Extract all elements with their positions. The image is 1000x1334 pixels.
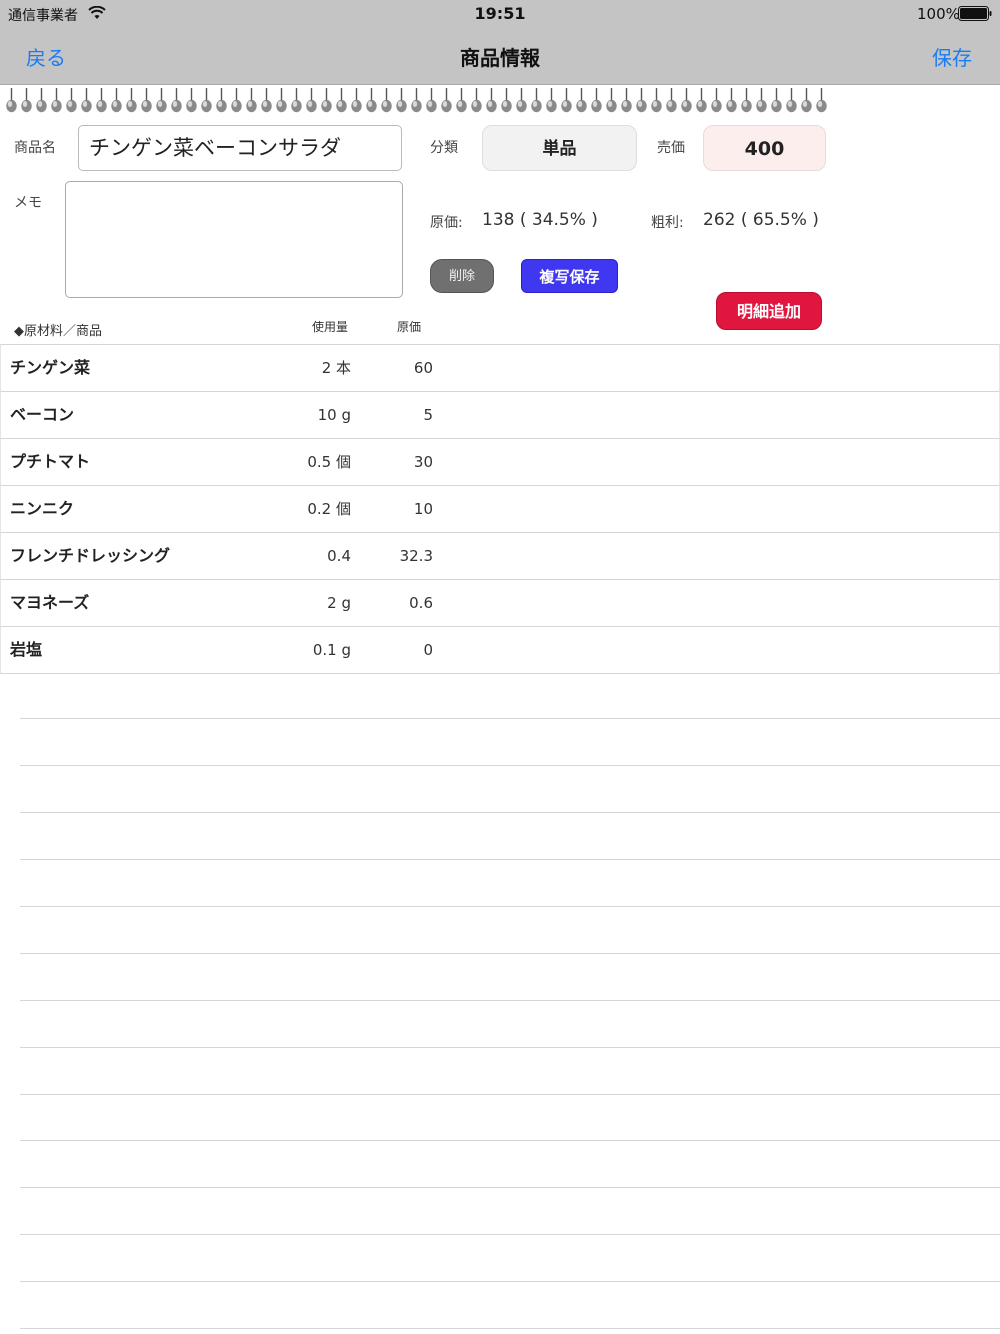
empty-row-divider [20, 1094, 1000, 1095]
empty-row-divider [20, 1328, 1000, 1329]
table-row[interactable]: プチトマト 0.5 個 30 [0, 438, 1000, 485]
status-time: 19:51 [474, 4, 526, 23]
save-button[interactable]: 保存 [932, 42, 972, 71]
product-name-label: 商品名 [14, 140, 56, 156]
material-usage: 2 本 [321, 359, 351, 377]
material-column-header: ◆原材料／商品 [14, 324, 102, 339]
table-row[interactable]: ベーコン 10 g 5 [0, 391, 1000, 438]
memo-label: メモ [14, 195, 42, 211]
material-name: チンゲン菜 [10, 358, 91, 377]
material-cost: 0 [423, 641, 433, 659]
empty-row-divider [20, 1047, 1000, 1048]
battery-icon [958, 6, 992, 21]
material-cost: 5 [423, 406, 433, 424]
materials-table: チンゲン菜 2 本 60 ベーコン 10 g 5 プチトマト 0.5 個 30 … [0, 344, 1000, 674]
empty-row-divider [20, 812, 1000, 813]
price-input[interactable]: 400 [703, 125, 826, 171]
empty-row-divider [20, 1140, 1000, 1141]
material-usage: 0.5 個 [307, 453, 351, 471]
empty-row-divider [20, 859, 1000, 860]
memo-textarea[interactable] [65, 181, 403, 298]
empty-row-divider [20, 718, 1000, 719]
battery-percent: 100% [917, 5, 960, 23]
material-name: 岩塩 [10, 640, 43, 659]
empty-row-divider [20, 765, 1000, 766]
material-usage: 0.4 [327, 547, 351, 565]
material-name: マヨネーズ [10, 593, 90, 612]
material-name: ベーコン [10, 405, 75, 424]
material-cost: 30 [413, 453, 433, 471]
material-usage: 2 g [327, 594, 351, 612]
empty-row-divider [20, 953, 1000, 954]
gross-profit-label: 粗利: [651, 215, 684, 231]
cost-value: 138 ( 34.5% ) [482, 210, 598, 230]
material-usage: 0.2 個 [307, 500, 351, 518]
product-name-input[interactable]: チンゲン菜ベーコンサラダ [78, 125, 402, 171]
material-usage: 0.1 g [312, 641, 351, 659]
material-name: プチトマト [10, 452, 91, 471]
page-title: 商品情報 [460, 46, 540, 70]
empty-row-divider [20, 1187, 1000, 1188]
add-detail-button[interactable]: 明細追加 [716, 292, 822, 330]
empty-row-divider [20, 906, 1000, 907]
usage-column-header: 使用量 [312, 320, 349, 334]
material-name: ニンニク [10, 499, 75, 518]
table-row[interactable]: 岩塩 0.1 g 0 [0, 626, 1000, 674]
cost-label: 原価: [430, 215, 463, 231]
empty-row-divider [20, 1281, 1000, 1282]
gross-profit-value: 262 ( 65.5% ) [703, 210, 819, 230]
material-usage: 10 g [317, 406, 351, 424]
category-label: 分類 [430, 140, 458, 156]
copy-save-button[interactable]: 複写保存 [521, 259, 618, 293]
material-name: フレンチドレッシング [10, 546, 171, 565]
price-label: 売価 [657, 140, 685, 156]
table-row[interactable]: マヨネーズ 2 g 0.6 [0, 579, 1000, 626]
table-row[interactable]: フレンチドレッシング 0.4 32.3 [0, 532, 1000, 579]
material-cost: 10 [413, 500, 433, 518]
empty-row-divider [20, 1000, 1000, 1001]
cost-column-header: 原価 [397, 320, 422, 334]
delete-button[interactable]: 削除 [430, 259, 494, 293]
category-selector[interactable]: 単品 [482, 125, 637, 171]
material-cost: 32.3 [399, 547, 433, 565]
material-cost: 0.6 [409, 594, 433, 612]
empty-row-divider [20, 1234, 1000, 1235]
material-cost: 60 [413, 359, 433, 377]
table-row[interactable]: ニンニク 0.2 個 10 [0, 485, 1000, 532]
table-row[interactable]: チンゲン菜 2 本 60 [0, 344, 1000, 391]
spiral-binding-decoration [4, 86, 830, 116]
